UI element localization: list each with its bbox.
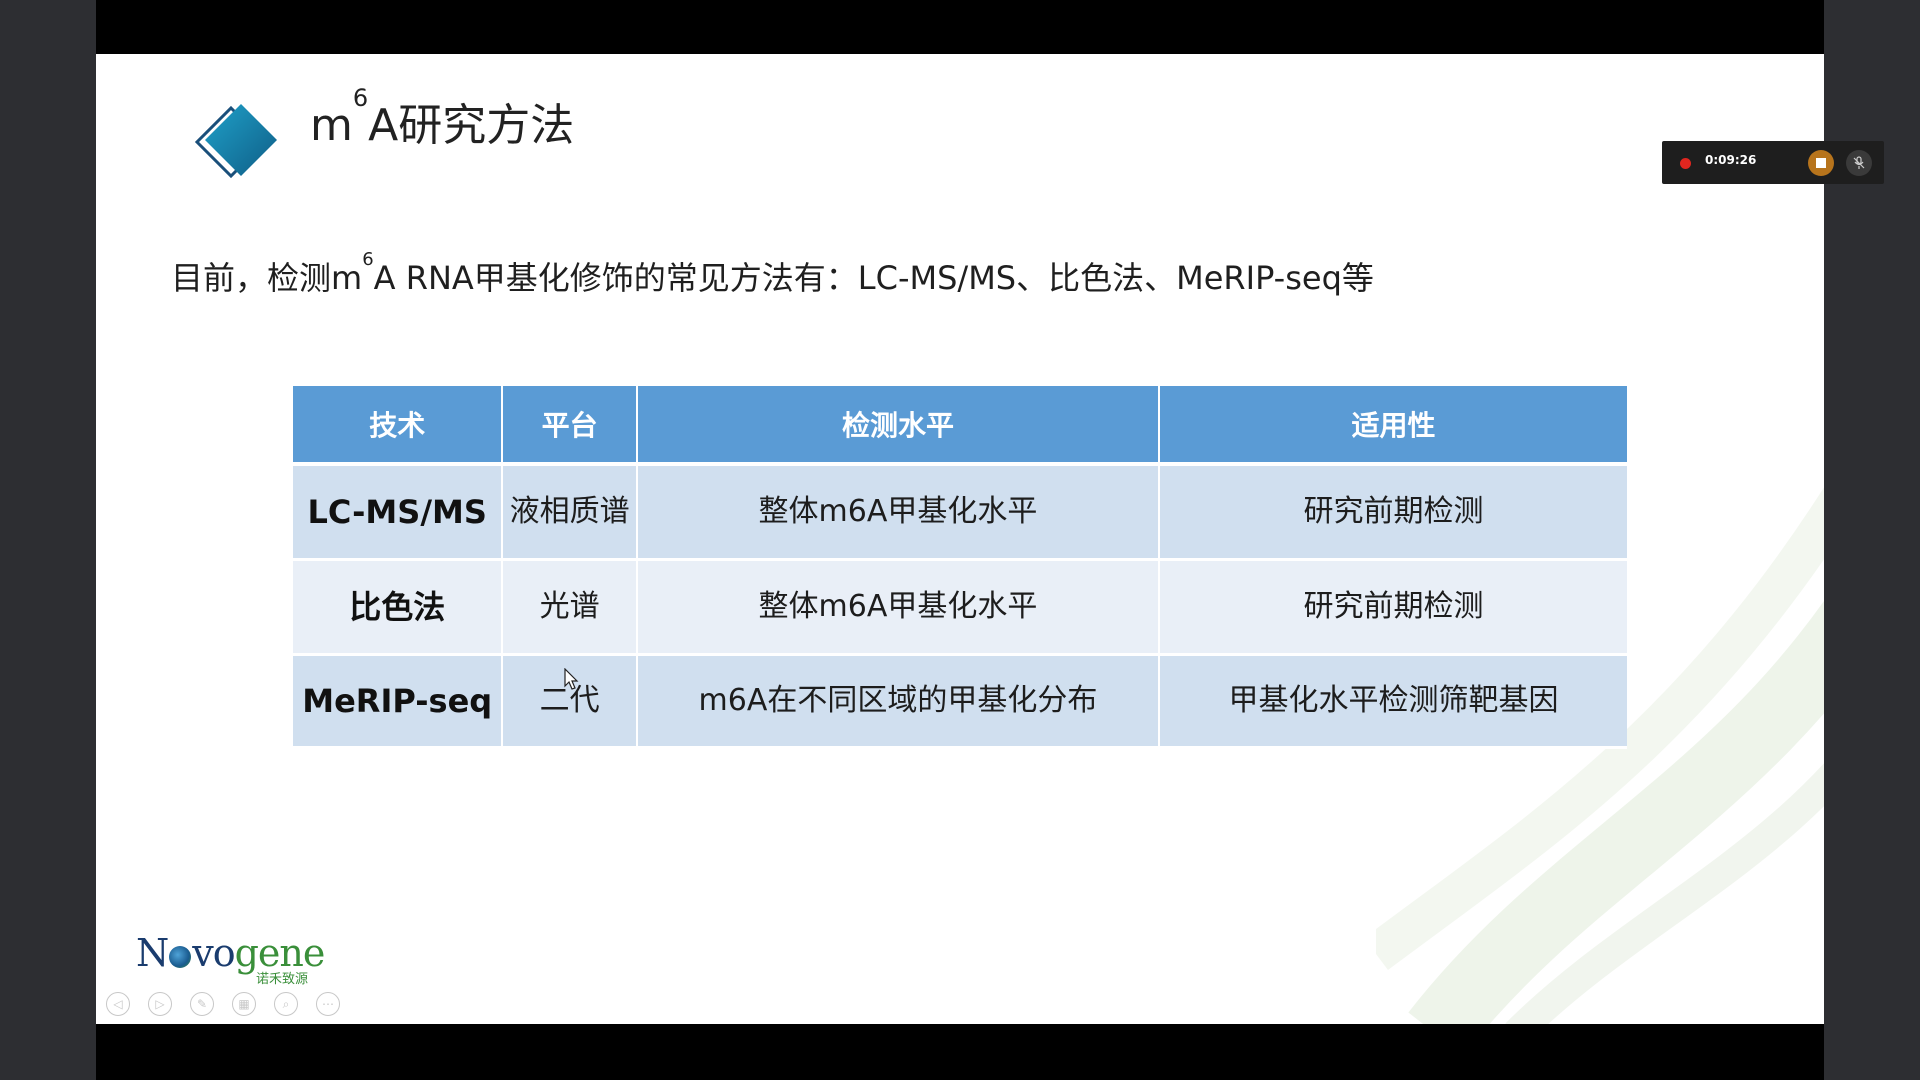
prev-slide-icon[interactable]: ◁: [106, 992, 130, 1016]
table-row: 比色法 光谱 整体m6A甲基化水平 研究前期检测: [293, 561, 1627, 656]
header-tech: 技术: [293, 386, 502, 466]
mic-toggle-button[interactable]: [1846, 150, 1872, 176]
intro-text: 目前，检测m6A RNA甲基化修饰的常见方法有：LC-MS/MS、比色法、MeR…: [171, 249, 1374, 297]
brand-subtitle: 诺禾致源: [256, 972, 309, 987]
cell-platform: 液相质谱: [503, 466, 636, 561]
recording-timer: 0:09:26: [1705, 153, 1757, 167]
top-letterbox: [96, 0, 1824, 54]
table-row: LC-MS/MS 液相质谱 整体m6A甲基化水平 研究前期检测: [293, 466, 1627, 561]
header-level: 检测水平: [637, 386, 1158, 466]
table-header-row: 技术 平台 检测水平 适用性: [293, 386, 1627, 466]
table-row: MeRIP-seq 二代 m6A在不同区域的甲基化分布 甲基化水平检测筛靶基因: [293, 656, 1627, 749]
diamond-logo-icon: [194, 104, 277, 179]
header-use: 适用性: [1159, 386, 1627, 466]
globe-icon: [169, 945, 192, 968]
cell-level: m6A在不同区域的甲基化分布: [637, 656, 1158, 749]
slide-title: m6A研究方法: [310, 84, 575, 151]
more-icon[interactable]: ⋯: [316, 992, 340, 1016]
cell-tech: 比色法: [293, 561, 502, 656]
stop-recording-button[interactable]: [1808, 150, 1834, 176]
recording-toolbar: 0:09:26: [1662, 141, 1884, 184]
presentation-slide: m6A研究方法 目前，检测m6A RNA甲基化修饰的常见方法有：LC-MS/MS…: [96, 54, 1824, 1024]
cell-use: 研究前期检测: [1159, 561, 1627, 656]
cell-tech: LC-MS/MS: [293, 466, 502, 561]
cell-platform: 光谱: [503, 561, 636, 656]
mic-muted-icon: [1853, 156, 1865, 169]
cell-level: 整体m6A甲基化水平: [637, 466, 1158, 561]
methods-table: 技术 平台 检测水平 适用性 LC-MS/MS 液相质谱 整体m6A甲基化水平 …: [291, 386, 1629, 749]
recording-indicator-icon: [1680, 158, 1691, 169]
left-margin: [0, 0, 96, 1080]
cell-tech: MeRIP-seq: [293, 656, 502, 749]
cell-use: 甲基化水平检测筛靶基因: [1159, 656, 1627, 749]
stop-icon: [1816, 158, 1826, 168]
novogene-logo: Nvogene 诺禾致源: [136, 931, 325, 987]
pen-icon[interactable]: ✎: [190, 992, 214, 1016]
cell-use: 研究前期检测: [1159, 466, 1627, 561]
slides-grid-icon[interactable]: ▦: [232, 992, 256, 1016]
header-platform: 平台: [503, 386, 636, 466]
slide-controls: ◁ ▷ ✎ ▦ ⌕ ⋯: [106, 992, 340, 1016]
bottom-letterbox: [96, 1024, 1824, 1080]
cell-level: 整体m6A甲基化水平: [637, 561, 1158, 656]
zoom-icon[interactable]: ⌕: [274, 992, 298, 1016]
mouse-cursor-icon: [564, 668, 579, 690]
next-slide-icon[interactable]: ▷: [148, 992, 172, 1016]
